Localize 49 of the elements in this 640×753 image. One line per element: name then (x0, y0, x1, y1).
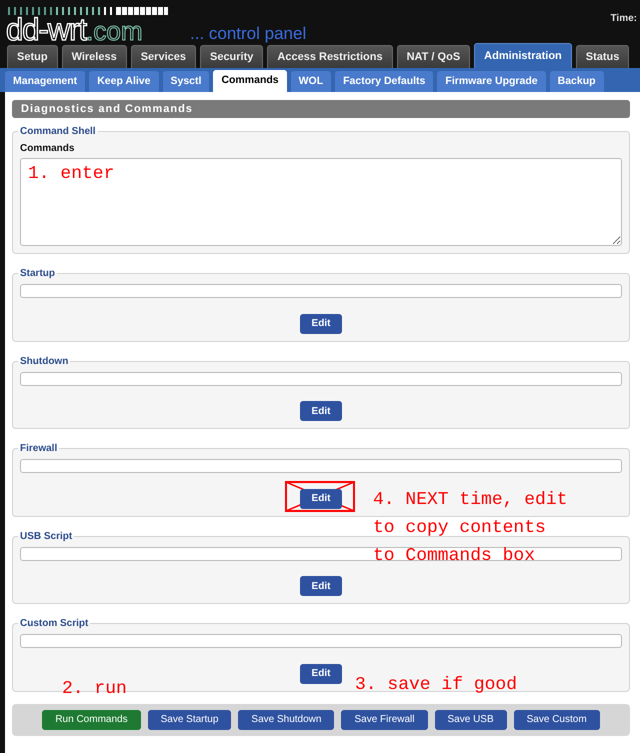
script-field[interactable] (20, 634, 622, 648)
section-title: Diagnostics and Commands (12, 100, 630, 118)
sub-tab[interactable]: WOL (290, 71, 332, 92)
annotation-text: 3. save if good (355, 674, 518, 694)
nav-tab[interactable]: Access Restrictions (267, 45, 393, 68)
nav-tab[interactable]: Security (200, 45, 264, 68)
script-field[interactable] (20, 284, 622, 298)
panel-legend: Shutdown (18, 356, 70, 366)
save-button[interactable]: Save Startup (148, 710, 232, 730)
edit-button[interactable]: Edit (300, 401, 342, 421)
script-field[interactable] (20, 546, 622, 560)
sub-tab[interactable]: Factory Defaults (335, 71, 434, 92)
sub-tab[interactable]: Management (5, 71, 86, 92)
logo-text: dd-wrt (6, 12, 86, 47)
edit-button[interactable]: Edit (300, 664, 342, 684)
script-field[interactable] (20, 372, 622, 386)
nav-tab[interactable]: Setup (7, 45, 58, 68)
nav-tab[interactable]: Administration (474, 43, 572, 68)
panel-legend: Command Shell (18, 126, 98, 137)
nav-tab[interactable]: Wireless (62, 45, 127, 68)
script-field[interactable] (20, 459, 622, 473)
run-button[interactable]: Run Commands (42, 710, 141, 730)
nav-tab[interactable]: Services (130, 45, 196, 68)
edit-button[interactable]: Edit (300, 314, 342, 334)
annotation-text: 1. enter (28, 164, 114, 184)
panel-legend: USB Script (18, 530, 74, 542)
save-button[interactable]: Save Shutdown (238, 710, 334, 730)
sub-tab[interactable]: Sysctl (162, 71, 210, 92)
save-button[interactable]: Save Firewall (341, 710, 428, 730)
annotation-text: 4. NEXT time, edit to copy contents to Commands box (373, 489, 568, 568)
commands-textarea[interactable] (20, 158, 622, 246)
sub-tab[interactable]: Commands (213, 70, 287, 92)
sub-tab[interactable]: Backup (550, 71, 604, 92)
edit-button[interactable]: Edit (300, 488, 342, 508)
sub-tab[interactable]: Firmware Upgrade (437, 71, 546, 92)
panel-legend: Firewall (18, 443, 60, 454)
save-button[interactable]: Save Custom (514, 710, 600, 730)
tagline: ... control panel (190, 24, 306, 44)
annotation-text: 2. run (62, 678, 127, 698)
sub-tab[interactable]: Keep Alive (89, 71, 158, 92)
nav-tab[interactable]: Status (576, 45, 630, 68)
edit-button[interactable]: Edit (300, 576, 342, 596)
panel-legend: Startup (18, 268, 57, 279)
logo-domain: .com (86, 16, 142, 46)
panel-legend: Custom Script (18, 618, 90, 629)
field-label: Commands (20, 143, 76, 154)
save-button[interactable]: Save USB (434, 710, 507, 730)
nav-tab[interactable]: NAT / QoS (396, 45, 470, 68)
time-label: Time: (610, 13, 637, 24)
